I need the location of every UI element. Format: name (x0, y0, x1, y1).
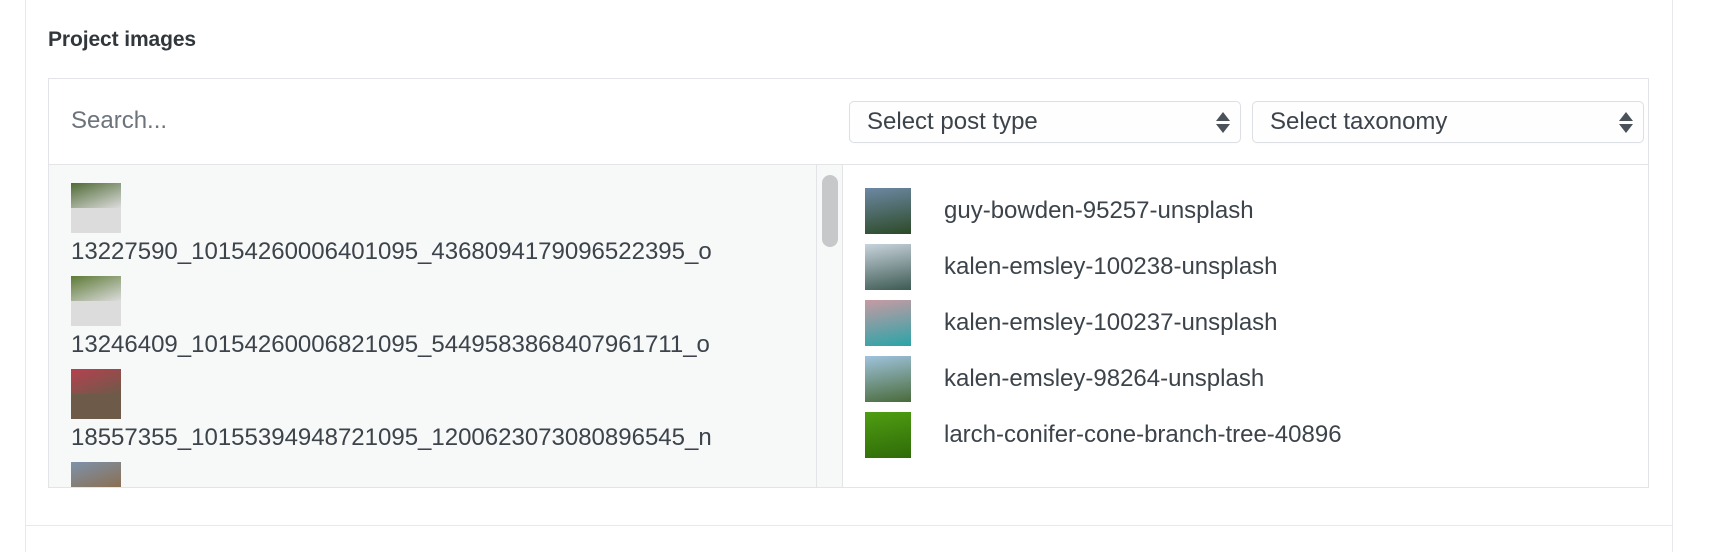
section-divider (26, 525, 1672, 526)
page-left-rule (25, 0, 26, 552)
list-item[interactable]: 13227590_10154260006401095_4368094179096… (71, 183, 816, 272)
post-type-select-label: Select post type (867, 108, 1038, 135)
list-item[interactable]: 13246409_10154260006821095_5449583868407… (71, 276, 816, 365)
list-item-label: kalen-emsley-100238-unsplash (944, 253, 1278, 280)
list-item[interactable]: 18557355_10155394948721095_1200623073080… (71, 369, 816, 458)
list-item[interactable]: kalen-emsley-98264-unsplash (865, 351, 1648, 407)
list-item[interactable]: kalen-emsley-100237-unsplash (865, 295, 1648, 351)
picker-panes: 13227590_10154260006401095_4368094179096… (49, 165, 1648, 487)
updown-stepper-icon[interactable] (1609, 111, 1643, 133)
list-item[interactable]: Gnarly-Bristlecone-Pine-1800 (71, 462, 816, 487)
image-thumbnail (71, 183, 121, 233)
image-picker-widget: Select post type Select taxonomy 1322759… (48, 78, 1649, 488)
taxonomy-select[interactable]: Select taxonomy (1252, 101, 1644, 143)
list-item[interactable]: larch-conifer-cone-branch-tree-40896 (865, 407, 1648, 463)
list-item[interactable]: guy-bowden-95257-unsplash (865, 183, 1648, 239)
caret-down-icon (1619, 123, 1633, 133)
page-right-rule (1672, 0, 1673, 552)
project-images-page: Project images Select post type Select t… (0, 0, 1712, 552)
list-item-label: 13246409_10154260006821095_5449583868407… (71, 331, 710, 358)
list-item-label: 13227590_10154260006401095_4368094179096… (71, 238, 712, 265)
taxonomy-select-label: Select taxonomy (1270, 108, 1448, 135)
available-images-list: 13227590_10154260006401095_4368094179096… (49, 165, 816, 487)
post-type-select[interactable]: Select post type (849, 101, 1241, 143)
image-thumbnail (865, 356, 911, 402)
caret-up-icon (1619, 111, 1633, 121)
selected-images-pane: guy-bowden-95257-unsplash kalen-emsley-10… (843, 165, 1648, 487)
caret-up-icon (1216, 111, 1230, 121)
caret-down-icon (1216, 123, 1230, 133)
list-item[interactable]: kalen-emsley-100238-unsplash (865, 239, 1648, 295)
list-item-label: kalen-emsley-100237-unsplash (944, 309, 1278, 336)
updown-stepper-icon[interactable] (1206, 111, 1240, 133)
list-item-label: kalen-emsley-98264-unsplash (944, 365, 1265, 392)
image-thumbnail (71, 462, 121, 487)
image-thumbnail (865, 244, 911, 290)
page-title: Project images (48, 28, 196, 51)
picker-toolbar: Select post type Select taxonomy (49, 79, 1648, 165)
image-thumbnail (865, 188, 911, 234)
image-thumbnail (865, 300, 911, 346)
search-input[interactable] (71, 79, 841, 163)
image-thumbnail (71, 369, 121, 419)
list-item-label: guy-bowden-95257-unsplash (944, 197, 1254, 224)
image-thumbnail (71, 276, 121, 326)
available-images-scrollbar[interactable] (817, 165, 843, 487)
scrollbar-thumb[interactable] (822, 175, 838, 247)
list-item-label: 18557355_10155394948721095_1200623073080… (71, 424, 712, 451)
list-item-label: larch-conifer-cone-branch-tree-40896 (944, 421, 1342, 448)
selected-images-list: guy-bowden-95257-unsplash kalen-emsley-10… (865, 183, 1648, 463)
available-images-pane: 13227590_10154260006401095_4368094179096… (49, 165, 817, 487)
image-thumbnail (865, 412, 911, 458)
